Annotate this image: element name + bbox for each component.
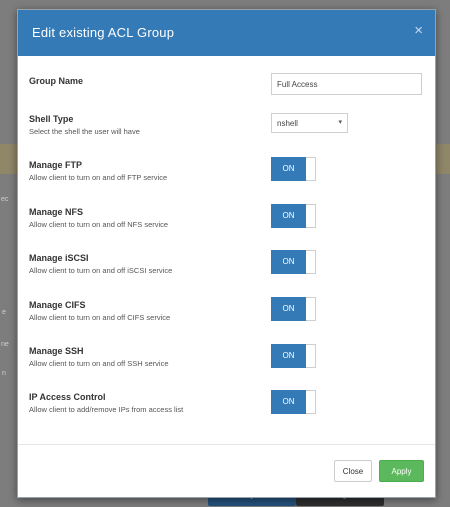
ip-access-control-toggle[interactable]: ON	[271, 390, 316, 414]
toggle-knob	[306, 344, 316, 368]
toggle-on-label: ON	[271, 344, 306, 368]
shell-type-select[interactable]: nshell ▾	[271, 113, 348, 133]
toggle-knob	[306, 157, 316, 181]
background-text-fragment: e	[2, 309, 6, 316]
background-text-fragment: ne	[1, 341, 9, 348]
toggle-knob	[306, 204, 316, 228]
manage-nfs-label: Manage NFS	[29, 207, 84, 217]
shell-type-label: Shell Type	[29, 114, 74, 124]
apply-button[interactable]: Apply	[379, 460, 424, 482]
toggle-on-label: ON	[271, 250, 306, 274]
modal-title: Edit existing ACL Group	[32, 25, 175, 40]
background-text-fragment: n	[2, 370, 6, 377]
toggle-on-label: ON	[271, 390, 306, 414]
toggle-on-label: ON	[271, 157, 306, 181]
manage-iscsi-toggle[interactable]: ON	[271, 250, 316, 274]
manage-ftp-description: Allow client to turn on and off FTP serv…	[29, 173, 168, 182]
manage-iscsi-label: Manage iSCSI	[29, 253, 89, 263]
ip-access-control-description: Allow client to add/remove IPs from acce…	[29, 405, 184, 414]
shell-type-value: nshell	[277, 119, 298, 128]
toggle-knob	[306, 250, 316, 274]
toggle-knob	[306, 390, 316, 414]
toggle-knob	[306, 297, 316, 321]
group-name-label: Group Name	[29, 76, 84, 86]
manage-ssh-description: Allow client to turn on and off SSH serv…	[29, 359, 169, 368]
close-icon[interactable]: ×	[414, 22, 423, 39]
manage-iscsi-description: Allow client to turn on and off iSCSI se…	[29, 266, 173, 275]
manage-cifs-label: Manage CIFS	[29, 300, 86, 310]
manage-ssh-toggle[interactable]: ON	[271, 344, 316, 368]
modal-header: Edit existing ACL Group ×	[18, 10, 435, 56]
manage-cifs-toggle[interactable]: ON	[271, 297, 316, 321]
toggle-on-label: ON	[271, 204, 306, 228]
ip-access-control-label: IP Access Control	[29, 392, 106, 402]
chevron-down-icon: ▾	[338, 119, 342, 126]
edit-acl-group-modal: Edit existing ACL Group × Group Name Ful…	[17, 9, 436, 498]
group-name-input[interactable]: Full Access	[271, 73, 422, 95]
shell-type-description: Select the shell the user will have	[29, 127, 140, 136]
manage-ssh-label: Manage SSH	[29, 346, 84, 356]
manage-nfs-toggle[interactable]: ON	[271, 204, 316, 228]
background-text-fragment: ec	[1, 196, 9, 203]
manage-ftp-toggle[interactable]: ON	[271, 157, 316, 181]
manage-nfs-description: Allow client to turn on and off NFS serv…	[29, 220, 169, 229]
toggle-on-label: ON	[271, 297, 306, 321]
close-button[interactable]: Close	[334, 460, 372, 482]
modal-footer-divider	[18, 444, 435, 445]
manage-ftp-label: Manage FTP	[29, 160, 83, 170]
manage-cifs-description: Allow client to turn on and off CIFS ser…	[29, 313, 171, 322]
